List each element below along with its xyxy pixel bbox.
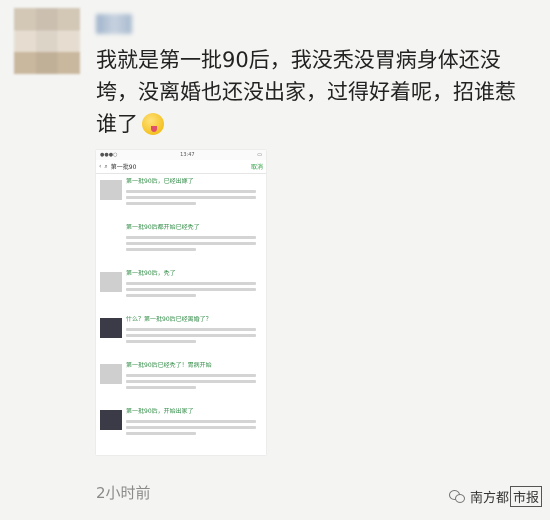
article-snippet-line <box>126 236 256 239</box>
article-snippet-line <box>126 288 256 291</box>
article-title: 第一批90后，开始出家了 <box>126 408 194 415</box>
article-thumbnail <box>100 180 122 200</box>
article-item[interactable]: 第一批90后，已经出嫁了 <box>100 178 262 224</box>
search-icon: ⌕ <box>104 162 108 170</box>
article-thumbnail <box>100 410 122 430</box>
cancel-label: 取消 <box>250 164 263 171</box>
article-thumbnail <box>100 364 122 384</box>
article-snippet-line <box>126 328 256 331</box>
article-item[interactable]: 什么？第一批90后已经离婚了？ <box>100 316 262 362</box>
watermark-boxed: 市报 <box>509 486 542 507</box>
article-snippet-line <box>126 190 256 193</box>
moments-post: 我就是第一批90后，我没秃没胃病身体还没垮，没离婚也还没出家，过得好着呢，招谁惹… <box>0 0 550 520</box>
search-header: ‹ ⌕ 第一批90 取消 <box>96 160 266 174</box>
watermark-prefix: 南方都 <box>469 491 509 506</box>
article-snippet-line <box>126 294 196 297</box>
article-title: 什么？第一批90后已经离婚了？ <box>126 316 212 323</box>
status-bar: ●●●○ 13:47 ▭ <box>96 150 266 160</box>
article-item[interactable]: 第一批90后，秃了 <box>100 270 262 316</box>
avatar[interactable] <box>14 8 80 74</box>
article-title: 第一批90后，已经出嫁了 <box>126 178 194 185</box>
article-snippet-line <box>126 426 256 429</box>
article-item[interactable]: 第一批90后都开始已经秃了 <box>100 224 262 270</box>
article-thumbnail <box>100 318 122 338</box>
status-time: 13:47 <box>180 152 195 158</box>
article-snippet-line <box>126 248 196 251</box>
watermark: 南方都 市报 <box>448 486 542 507</box>
article-snippet-line <box>126 196 256 199</box>
search-query: 第一批90 <box>110 164 137 171</box>
wechat-icon <box>448 489 465 504</box>
article-title: 第一批90后，秃了 <box>126 270 176 277</box>
article-snippet-line <box>126 432 196 435</box>
article-snippet-line <box>126 282 256 285</box>
article-item[interactable]: 第一批90后已经秃了！胃病开始 <box>100 362 262 408</box>
attached-screenshot[interactable]: ●●●○ 13:47 ▭ ‹ ⌕ 第一批90 取消 第一批90后，已经出嫁了 第一… <box>96 150 266 455</box>
article-snippet-line <box>126 374 256 377</box>
article-title: 第一批90后都开始已经秃了 <box>126 224 200 231</box>
article-item[interactable]: 第一批90后，开始出家了 <box>100 408 262 454</box>
grinning-tongue-emoji-icon <box>142 113 164 135</box>
signal-icon: ●●●○ <box>100 152 118 158</box>
nickname-blurred[interactable] <box>96 14 132 34</box>
article-snippet-line <box>126 334 256 337</box>
article-title: 第一批90后已经秃了！胃病开始 <box>126 362 212 369</box>
article-snippet-line <box>126 420 256 423</box>
article-thumbnail <box>100 272 122 292</box>
battery-icon: ▭ <box>257 152 262 158</box>
article-snippet-line <box>126 340 196 343</box>
post-text: 我就是第一批90后，我没秃没胃病身体还没垮，没离婚也还没出家，过得好着呢，招谁惹… <box>96 44 526 140</box>
article-snippet-line <box>126 202 196 205</box>
article-snippet-line <box>126 380 256 383</box>
article-snippet-line <box>126 386 196 389</box>
post-time: 2小时前 <box>96 484 151 502</box>
article-snippet-line <box>126 242 256 245</box>
back-icon: ‹ <box>99 163 102 170</box>
